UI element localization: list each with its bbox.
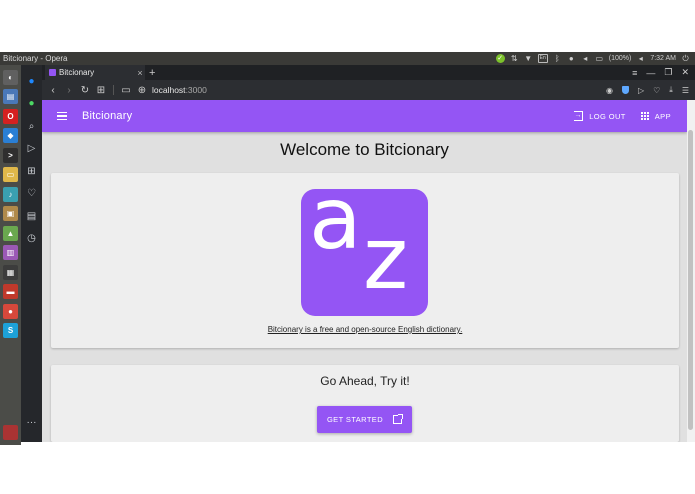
share-icon[interactable]: ▷ [638, 86, 644, 95]
files-icon[interactable]: ▤ [3, 89, 18, 104]
menu-icon[interactable] [57, 111, 67, 121]
desktop-screen: Bitcionary - Opera ✓ ⇅ ▼ En ᛒ ● ◂ ▭ (100… [0, 0, 695, 494]
search-icon[interactable]: ⌕ [25, 120, 38, 133]
cta-card: Go Ahead, Try it! GET STARTED [51, 365, 679, 442]
apps-grid-icon [640, 112, 649, 120]
send-icon[interactable]: ▷ [25, 142, 38, 155]
tab-title: Bitcionary [59, 68, 95, 77]
sound-icon[interactable]: ♪ [3, 186, 18, 202]
globe-icon: ⊕ [137, 84, 147, 96]
sound-indicator-icon[interactable]: ◂ [636, 54, 645, 63]
messenger-icon[interactable]: ● [25, 75, 38, 88]
favicon-icon [49, 69, 56, 76]
logo-letter-a: a [309, 189, 362, 269]
cta-title: Go Ahead, Try it! [320, 374, 410, 388]
get-started-label: GET STARTED [326, 415, 384, 424]
new-tab-button[interactable]: + [149, 67, 155, 79]
volume-icon[interactable]: ◂ [581, 54, 590, 63]
url-host: localhost [152, 85, 186, 95]
get-started-button[interactable]: GET STARTED [317, 406, 412, 433]
skype-icon[interactable]: S [3, 323, 18, 338]
forward-icon[interactable]: › [61, 85, 77, 96]
battery-icon[interactable]: ▭ [595, 54, 604, 63]
heart-icon[interactable]: ♡ [25, 187, 38, 200]
scrollbar-thumb[interactable] [688, 130, 693, 430]
news-icon[interactable]: ▤ [25, 210, 38, 223]
address-bar-actions: ◉ ▷ ♡ ⤓ ☰ [606, 80, 689, 100]
page-scrollbar[interactable] [687, 100, 695, 442]
close-tab-icon[interactable]: × [135, 68, 145, 78]
close-window-icon[interactable]: ✕ [681, 67, 689, 78]
logo-letter-z: z [363, 209, 409, 309]
update-icon[interactable]: ✓ [495, 54, 505, 63]
easy-setup-icon[interactable]: ☰ [682, 86, 689, 95]
android-icon[interactable]: ▲ [3, 225, 18, 241]
clock[interactable]: 7:32 AM [650, 55, 676, 62]
chrome-icon[interactable]: ● [3, 303, 18, 319]
maximize-icon[interactable]: ❐ [664, 67, 672, 78]
browser-tab-bar: Bitcionary × + ≡ — ❐ ✕ [42, 65, 695, 80]
app-title[interactable]: Bitcionary [82, 110, 132, 122]
history-icon[interactable]: ◷ [25, 232, 38, 245]
window-title: Bitcionary - Opera [3, 54, 68, 63]
opera-sidebar: ● ● ⌕ ▷ ⊞ ♡ ▤ ◷ ··· [21, 65, 42, 442]
archive-icon[interactable]: ▣ [3, 206, 18, 221]
tab-bitcionary[interactable]: Bitcionary × [45, 65, 145, 80]
whatsapp-icon[interactable]: ● [25, 97, 38, 110]
url-divider [113, 85, 114, 95]
trash-icon[interactable] [3, 425, 18, 440]
keyboard-layout-icon[interactable]: En [537, 54, 548, 63]
unity-launcher: ◐ ▤ O ◆ > ▭ ♪ ▣ ▲ ▥ ▦ ▬ ● S [0, 65, 21, 445]
wifi-icon[interactable]: ▼ [524, 54, 533, 63]
page-viewport: Bitcionary → LOG OUT APP Welcome to Bitc… [42, 100, 687, 442]
monitor-icon[interactable]: ▦ [3, 264, 18, 280]
tabs-overview-icon[interactable]: ⊞ [93, 85, 109, 96]
logout-button[interactable]: → LOG OUT [574, 111, 626, 121]
window-controls: ≡ — ❐ ✕ [632, 65, 689, 80]
url-input[interactable]: localhost:3000 [152, 85, 207, 95]
open-in-new-icon [393, 414, 404, 424]
hero-card: a z Bitcionary is a free and open-source… [51, 173, 679, 348]
system-top-panel: Bitcionary - Opera ✓ ⇅ ▼ En ᛒ ● ◂ ▭ (100… [0, 52, 695, 65]
dash-icon[interactable]: ◐ [3, 69, 18, 85]
url-port: :3000 [185, 85, 207, 95]
back-icon[interactable]: ‹ [45, 85, 61, 96]
power-icon[interactable]: ⏻ [681, 54, 690, 63]
bluetooth-icon[interactable]: ᛒ [553, 54, 562, 63]
reload-icon[interactable]: ↻ [77, 85, 93, 96]
download-icon[interactable]: ⤓ [669, 85, 673, 95]
bitcionary-logo: a z [301, 189, 428, 316]
logout-label: LOG OUT [589, 111, 626, 121]
speed-dial-icon[interactable]: ⊞ [25, 165, 38, 178]
folder-icon[interactable]: ▭ [3, 167, 18, 182]
vscode-icon[interactable]: ◆ [3, 128, 18, 143]
browser-address-bar: ‹ › ↻ ⊞ ▭ ⊕ localhost:3000 ◉ ▷ ♡ ⤓ ☰ [42, 80, 695, 100]
adblock-shield-icon[interactable] [621, 86, 629, 94]
camera-icon[interactable]: ◉ [606, 86, 613, 95]
app-label: APP [654, 111, 671, 121]
chat-icon[interactable]: ● [567, 54, 576, 63]
app-button[interactable]: APP [640, 111, 671, 121]
opera-icon[interactable]: O [3, 108, 18, 124]
app-bar: Bitcionary → LOG OUT APP [42, 100, 687, 132]
logout-icon: → [574, 111, 584, 121]
site-info-icon[interactable]: ▭ [118, 85, 134, 96]
network-icon[interactable]: ⇅ [510, 54, 519, 63]
page-title: Welcome to Bitcionary [280, 140, 449, 159]
system-tray: ✓ ⇅ ▼ En ᛒ ● ◂ ▭ (100%) ◂ 7:32 AM ⏻ [495, 54, 695, 63]
tab-menu-icon[interactable]: ≡ [632, 68, 637, 78]
more-dots-icon[interactable]: ··· [27, 417, 37, 428]
terminal-icon[interactable]: > [3, 147, 18, 163]
app-bar-actions: → LOG OUT APP [574, 100, 671, 132]
battery-percent: (100%) [608, 55, 632, 62]
minimize-icon[interactable]: — [646, 68, 655, 78]
presentation-icon[interactable]: ▬ [3, 284, 18, 299]
tagline-link[interactable]: Bitcionary is a free and open-source Eng… [51, 325, 679, 334]
app-icon[interactable]: ▥ [3, 245, 18, 260]
bookmark-heart-icon[interactable]: ♡ [653, 86, 660, 95]
